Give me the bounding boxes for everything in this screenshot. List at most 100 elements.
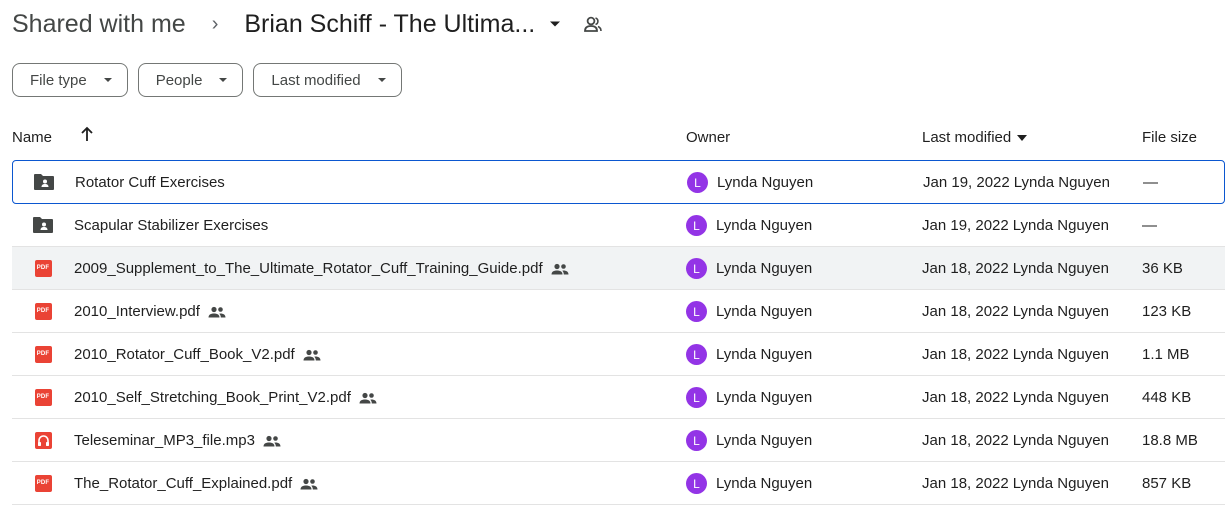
- file-list: Rotator Cuff Exercises L Lynda Nguyen Jan…: [12, 160, 1225, 505]
- owner-cell: L Lynda Nguyen: [686, 387, 812, 408]
- shared-users-icon[interactable]: [583, 15, 603, 33]
- last-modified-cell: Jan 19, 2022 Lynda Nguyen: [923, 174, 1110, 191]
- filter-label: People: [155, 71, 203, 89]
- chevron-down-icon: [377, 77, 387, 83]
- file-name[interactable]: 2009_Supplement_to_The_Ultimate_Rotator_…: [74, 260, 543, 277]
- filter-chips: File type People Last modified: [12, 63, 402, 97]
- table-row[interactable]: PDF 2010_Rotator_Cuff_Book_V2.pdf L Lynda…: [12, 333, 1225, 376]
- modified-date: Jan 19, 2022: [923, 174, 1010, 191]
- breadcrumb-current-folder[interactable]: Brian Schiff - The Ultima...: [244, 10, 535, 39]
- owner-cell: L Lynda Nguyen: [686, 473, 812, 494]
- column-header-last-modified-label: Last modified: [922, 129, 1012, 146]
- breadcrumb-separator-icon: ›: [211, 12, 219, 35]
- shared-icon: [551, 263, 569, 275]
- audio-file-icon: [32, 430, 54, 450]
- folder-actions-caret-icon[interactable]: [549, 20, 561, 28]
- modified-date: Jan 18, 2022: [922, 260, 1009, 277]
- last-modified-cell: Jan 18, 2022 Lynda Nguyen: [922, 346, 1109, 363]
- avatar: L: [686, 215, 707, 236]
- file-name[interactable]: 2010_Self_Stretching_Book_Print_V2.pdf: [74, 389, 351, 406]
- table-row[interactable]: Scapular Stabilizer Exercises L Lynda Ngu…: [12, 204, 1225, 247]
- pdf-badge: PDF: [34, 474, 52, 492]
- avatar: L: [686, 301, 707, 322]
- filter-label: File type: [30, 71, 87, 89]
- filter-file-type-button[interactable]: File type: [12, 63, 128, 97]
- pdf-icon: PDF: [32, 387, 54, 407]
- owner-cell: L Lynda Nguyen: [686, 301, 812, 322]
- chevron-down-icon: [218, 77, 228, 83]
- file-name[interactable]: 2010_Interview.pdf: [74, 303, 200, 320]
- modified-date: Jan 18, 2022: [922, 432, 1009, 449]
- modified-date: Jan 18, 2022: [922, 303, 1009, 320]
- file-name[interactable]: Rotator Cuff Exercises: [75, 174, 225, 191]
- shared-icon: [263, 435, 281, 447]
- pdf-icon: PDF: [32, 473, 54, 493]
- pdf-icon: PDF: [32, 301, 54, 321]
- sort-caret-down-icon: [1017, 134, 1028, 141]
- avatar: L: [686, 430, 707, 451]
- owner-cell: L Lynda Nguyen: [686, 258, 812, 279]
- column-headers: Name Owner Last modified File size: [0, 120, 1225, 156]
- breadcrumb-shared-with-me[interactable]: Shared with me: [12, 10, 186, 39]
- pdf-badge: PDF: [34, 388, 52, 406]
- filter-last-modified-button[interactable]: Last modified: [253, 63, 402, 97]
- modified-date: Jan 18, 2022: [922, 346, 1009, 363]
- modified-date: Jan 18, 2022: [922, 475, 1009, 492]
- avatar: L: [687, 172, 708, 193]
- filter-label: Last modified: [271, 71, 361, 89]
- column-header-owner[interactable]: Owner: [686, 129, 730, 146]
- column-header-file-size[interactable]: File size: [1142, 129, 1197, 146]
- file-name[interactable]: 2010_Rotator_Cuff_Book_V2.pdf: [74, 346, 295, 363]
- owner-cell: L Lynda Nguyen: [687, 172, 813, 193]
- last-modified-cell: Jan 18, 2022 Lynda Nguyen: [922, 260, 1109, 277]
- file-size: 1.1 MB: [1142, 346, 1190, 363]
- modified-by: Lynda Nguyen: [1012, 303, 1109, 320]
- breadcrumb: Shared with me › Brian Schiff - The Ulti…: [12, 6, 603, 42]
- modified-by: Lynda Nguyen: [1012, 475, 1109, 492]
- modified-by: Lynda Nguyen: [1012, 260, 1109, 277]
- owner-cell: L Lynda Nguyen: [686, 344, 812, 365]
- table-row[interactable]: PDF 2010_Self_Stretching_Book_Print_V2.p…: [12, 376, 1225, 419]
- sort-ascending-arrow-icon[interactable]: [80, 126, 94, 146]
- owner-cell: L Lynda Nguyen: [686, 215, 812, 236]
- file-size: 857 KB: [1142, 475, 1192, 492]
- column-header-last-modified[interactable]: Last modified: [922, 129, 1028, 146]
- table-row[interactable]: PDF 2009_Supplement_to_The_Ultimate_Rota…: [12, 247, 1225, 290]
- modified-date: Jan 19, 2022: [922, 217, 1009, 234]
- table-row[interactable]: PDF The_Rotator_Cuff_Explained.pdf L Lynd…: [12, 462, 1225, 505]
- shared-icon: [303, 349, 321, 361]
- table-row[interactable]: PDF 2010_Interview.pdf L Lynda Nguyen Jan…: [12, 290, 1225, 333]
- owner-name: Lynda Nguyen: [716, 346, 813, 363]
- owner-name: Lynda Nguyen: [716, 217, 813, 234]
- filter-people-button[interactable]: People: [137, 63, 244, 97]
- modified-date: Jan 18, 2022: [922, 389, 1009, 406]
- pdf-badge: PDF: [34, 259, 52, 277]
- column-header-name[interactable]: Name: [12, 129, 52, 146]
- file-size: 18.8 MB: [1142, 432, 1198, 449]
- owner-name: Lynda Nguyen: [717, 174, 814, 191]
- last-modified-cell: Jan 18, 2022 Lynda Nguyen: [922, 303, 1109, 320]
- pdf-badge: PDF: [34, 302, 52, 320]
- file-size: 448 KB: [1142, 389, 1192, 406]
- file-size: —: [1143, 174, 1158, 191]
- last-modified-cell: Jan 19, 2022 Lynda Nguyen: [922, 217, 1109, 234]
- owner-name: Lynda Nguyen: [716, 303, 813, 320]
- table-row[interactable]: Teleseminar_MP3_file.mp3 L Lynda Nguyen J…: [12, 419, 1225, 462]
- pdf-badge: PDF: [34, 345, 52, 363]
- owner-cell: L Lynda Nguyen: [686, 430, 812, 451]
- table-row[interactable]: Rotator Cuff Exercises L Lynda Nguyen Jan…: [12, 160, 1225, 204]
- owner-name: Lynda Nguyen: [716, 389, 813, 406]
- modified-by: Lynda Nguyen: [1012, 217, 1109, 234]
- chevron-down-icon: [103, 77, 113, 83]
- shared-icon: [300, 478, 318, 490]
- pdf-icon: PDF: [32, 258, 54, 278]
- file-name[interactable]: Teleseminar_MP3_file.mp3: [74, 432, 255, 449]
- file-name[interactable]: The_Rotator_Cuff_Explained.pdf: [74, 475, 292, 492]
- last-modified-cell: Jan 18, 2022 Lynda Nguyen: [922, 475, 1109, 492]
- last-modified-cell: Jan 18, 2022 Lynda Nguyen: [922, 432, 1109, 449]
- shared-icon: [359, 392, 377, 404]
- file-size: —: [1142, 217, 1157, 234]
- file-name[interactable]: Scapular Stabilizer Exercises: [74, 217, 268, 234]
- avatar: L: [686, 258, 707, 279]
- shared-folder-icon: [32, 215, 54, 235]
